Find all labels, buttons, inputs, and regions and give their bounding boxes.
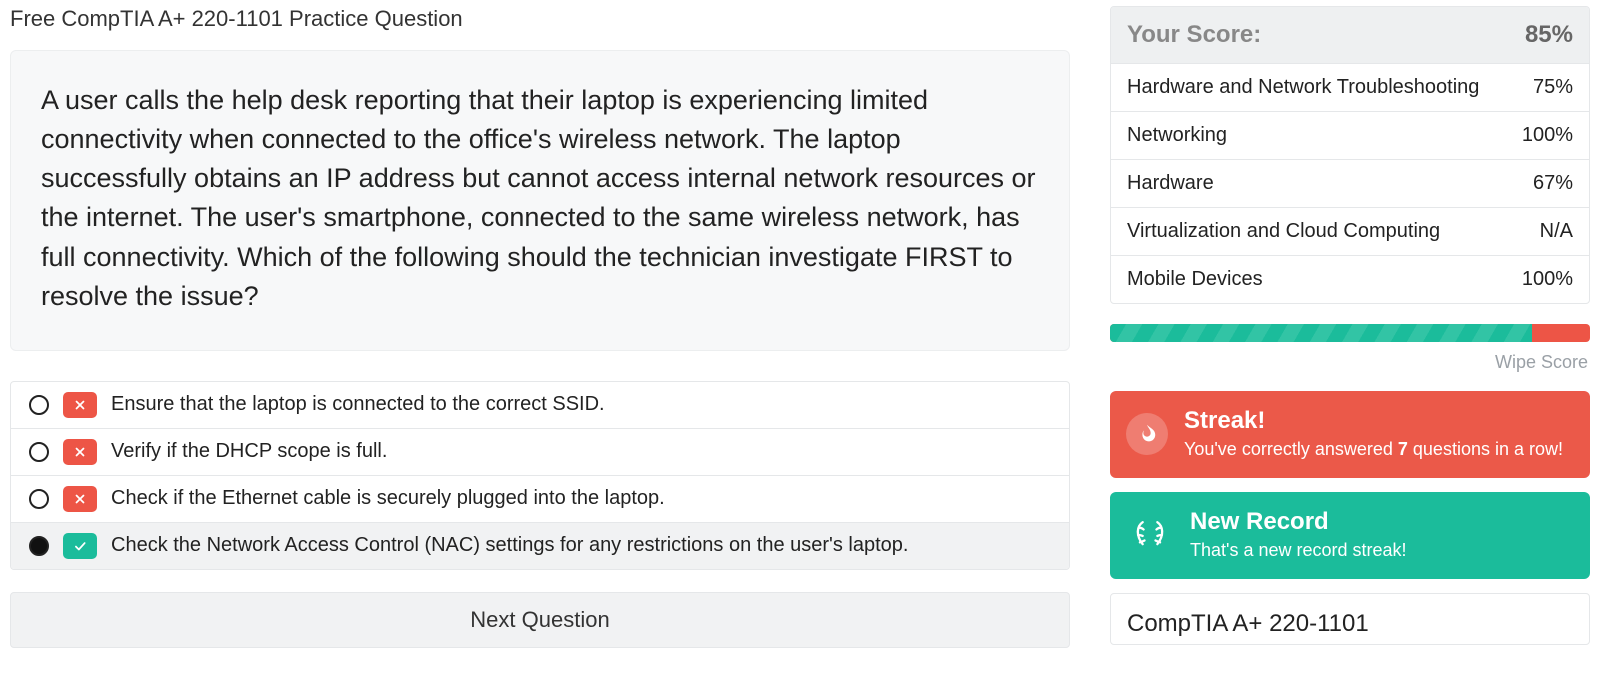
answer-option[interactable]: Verify if the DHCP scope is full.: [11, 429, 1069, 476]
score-row-value: 67%: [1533, 172, 1573, 195]
score-row: Hardware 67%: [1111, 159, 1589, 207]
score-row: Networking 100%: [1111, 111, 1589, 159]
score-row-value: 100%: [1522, 124, 1573, 147]
radio-icon: [29, 395, 49, 415]
radio-icon: [29, 442, 49, 462]
question-card: A user calls the help desk reporting tha…: [10, 50, 1070, 351]
progress-bar: [1110, 324, 1590, 342]
score-categories: Hardware and Network Troubleshooting 75% N…: [1111, 63, 1589, 303]
fire-icon: [1126, 413, 1168, 455]
answer-text: Ensure that the laptop is connected to t…: [111, 393, 605, 416]
answer-option[interactable]: Check the Network Access Control (NAC) s…: [11, 523, 1069, 569]
score-row-name: Networking: [1127, 124, 1227, 147]
score-row-name: Virtualization and Cloud Computing: [1127, 220, 1440, 243]
score-row-name: Mobile Devices: [1127, 268, 1263, 291]
streak-banner: Streak! You've correctly answered 7 ques…: [1110, 391, 1590, 478]
score-header: Your Score: 85%: [1111, 7, 1589, 63]
score-title: Your Score:: [1127, 21, 1261, 49]
streak-title: Streak!: [1184, 407, 1563, 435]
score-row: Mobile Devices 100%: [1111, 255, 1589, 303]
answer-option[interactable]: Check if the Ethernet cable is securely …: [11, 476, 1069, 523]
next-question-button[interactable]: Next Question: [10, 592, 1070, 648]
score-card: Your Score: 85% Hardware and Network Tro…: [1110, 6, 1590, 304]
answer-option[interactable]: Ensure that the laptop is connected to t…: [11, 382, 1069, 429]
score-row-value: 100%: [1522, 268, 1573, 291]
record-subtitle: That's a new record streak!: [1190, 540, 1407, 561]
exam-label: CompTIA A+ 220-1101: [1127, 610, 1369, 637]
x-icon: [63, 439, 97, 465]
wipe-score-link[interactable]: Wipe Score: [1110, 352, 1588, 373]
answer-text: Check the Network Access Control (NAC) s…: [111, 534, 908, 557]
score-row-value: 75%: [1533, 76, 1573, 99]
record-title: New Record: [1190, 508, 1407, 536]
check-icon: [63, 533, 97, 559]
question-text: A user calls the help desk reporting tha…: [41, 81, 1039, 316]
answers-list: Ensure that the laptop is connected to t…: [10, 381, 1070, 570]
score-row-value: N/A: [1540, 220, 1573, 243]
answer-text: Check if the Ethernet cable is securely …: [111, 487, 665, 510]
score-row: Virtualization and Cloud Computing N/A: [1111, 207, 1589, 255]
page-title: Free CompTIA A+ 220-1101 Practice Questi…: [10, 6, 1070, 32]
exam-card: CompTIA A+ 220-1101: [1110, 593, 1590, 645]
laurel-icon: [1126, 511, 1174, 559]
score-row: Hardware and Network Troubleshooting 75%: [1111, 63, 1589, 111]
x-icon: [63, 486, 97, 512]
streak-subtitle: You've correctly answered 7 questions in…: [1184, 439, 1563, 460]
progress-fill: [1110, 324, 1532, 342]
score-row-name: Hardware and Network Troubleshooting: [1127, 76, 1479, 99]
radio-icon: [29, 536, 49, 556]
radio-icon: [29, 489, 49, 509]
answer-text: Verify if the DHCP scope is full.: [111, 440, 387, 463]
score-overall: 85%: [1525, 21, 1573, 49]
x-icon: [63, 392, 97, 418]
record-banner: New Record That's a new record streak!: [1110, 492, 1590, 579]
score-row-name: Hardware: [1127, 172, 1214, 195]
